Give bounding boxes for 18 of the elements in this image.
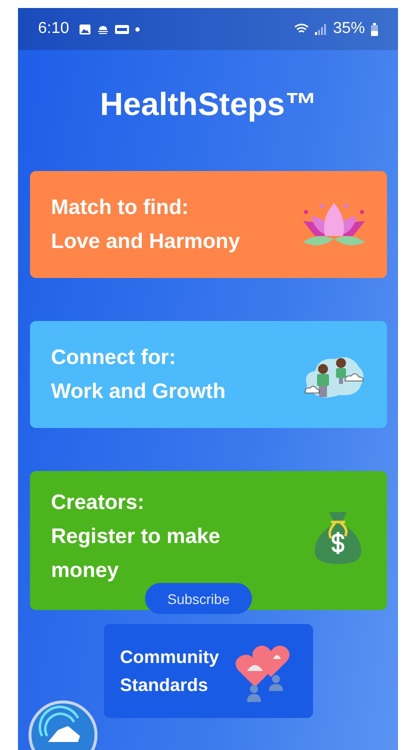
menu-card[interactable]: Match to find: Love and Harmony xyxy=(30,171,387,278)
community-standards-card[interactable]: Community Standards xyxy=(104,624,313,718)
signal-icon xyxy=(314,24,327,34)
battery-icon xyxy=(371,22,378,36)
image-icon xyxy=(79,24,92,34)
card-label: Connect for: Work and Growth xyxy=(51,344,226,404)
card-label: Community Standards xyxy=(120,646,219,697)
subscribe-button[interactable]: Subscribe xyxy=(145,583,252,614)
wifi-icon xyxy=(294,23,309,35)
card-label: Creators: Register to make money xyxy=(51,490,220,584)
menu-card[interactable]: Connect for: Work and Growth xyxy=(30,321,387,428)
dot-icon xyxy=(135,26,140,32)
card-icon xyxy=(115,24,130,34)
clock-time: 6:10 xyxy=(38,20,70,38)
card-label: Match to find: Love and Harmony xyxy=(51,194,240,254)
cloud-icon xyxy=(97,24,110,34)
app-title: HealthSteps™ xyxy=(100,85,317,124)
battery-percent: 35% xyxy=(332,20,365,38)
